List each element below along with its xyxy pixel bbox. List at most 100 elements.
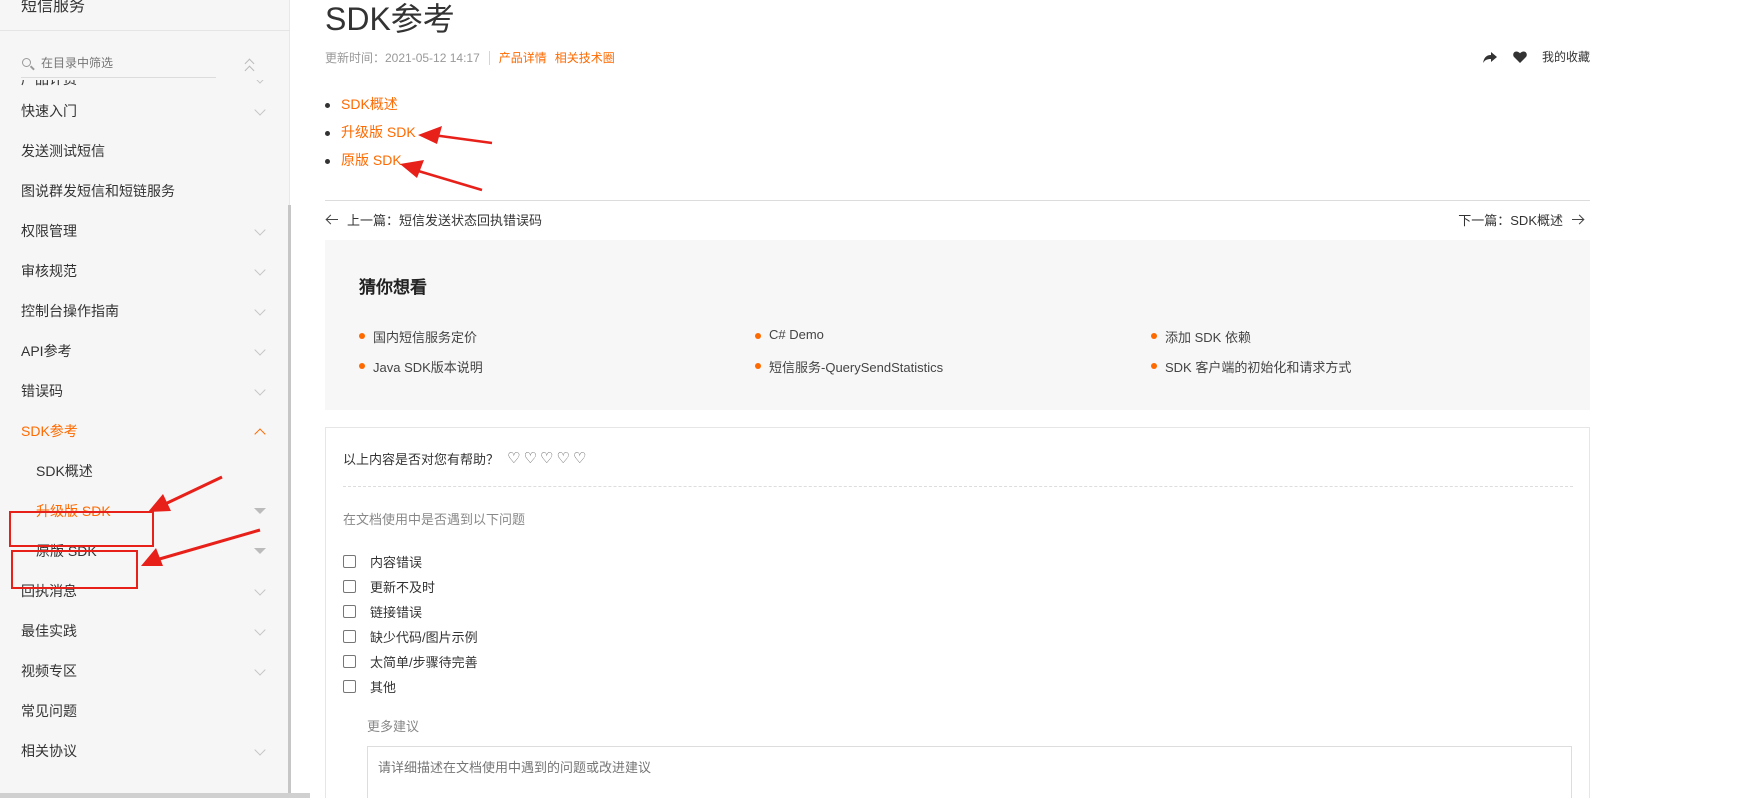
sidebar-item-label: 审核规范 [21, 263, 77, 279]
rating-heart-icon[interactable]: ♡ [573, 451, 586, 466]
recommendation-link[interactable]: Java SDK版本说明 [359, 357, 483, 376]
chevron-down-icon [254, 104, 266, 116]
recommendations-panel: 猜你想看 国内短信服务定价 C# Demo 添加 SDK 依赖 Java SDK… [325, 240, 1590, 410]
search-icon [22, 58, 31, 67]
feedback-option-label: 其他 [370, 680, 397, 695]
favorites-link[interactable]: 我的收藏 [1542, 48, 1590, 65]
collapse-all-icon[interactable] [244, 58, 258, 76]
sidebar-item-label: 权限管理 [21, 223, 77, 239]
heart-icon[interactable] [1512, 49, 1528, 65]
sidebar-item-label: 视频专区 [21, 663, 77, 679]
next-article-link[interactable]: 下一篇：SDK概述 [1458, 210, 1585, 229]
toc-item-sdk-overview[interactable]: SDK概述 [325, 95, 416, 123]
sidebar-item-illustrated[interactable]: 图说群发短信和短链服务 [21, 173, 266, 209]
chevron-down-icon [254, 744, 266, 756]
checkbox[interactable] [343, 580, 356, 593]
prev-article-link[interactable]: 上一篇：短信发送状态回执错误码 [325, 210, 542, 229]
main-content: SDK参考 更新时间：2021-05-12 14:17 产品详情 相关技术圈 我的收… [325, 0, 1590, 798]
feedback-option[interactable]: 链接错误 [343, 602, 422, 621]
sidebar-item-label: 常见问题 [21, 703, 77, 719]
sidebar-title[interactable]: 短信服务 [21, 0, 85, 16]
recommendations-title: 猜你想看 [359, 278, 427, 297]
page-actions: 我的收藏 [1482, 48, 1590, 65]
feedback-option[interactable]: 太简单/步骤待完善 [343, 652, 478, 671]
sidebar-item-label: 最佳实践 [21, 623, 77, 639]
page-title: SDK参考 [325, 1, 455, 37]
sidebar-item-faq[interactable]: 常见问题 [21, 693, 266, 729]
sidebar-item-sdk-overview[interactable]: SDK概述 [36, 453, 266, 489]
sidebar-item-label: 快速入门 [21, 103, 77, 119]
sidebar-item-quickstart[interactable]: 快速入门 [21, 93, 266, 129]
feedback-option-label: 内容错误 [370, 555, 423, 570]
arrow-right-icon [1571, 213, 1585, 227]
sidebar-nav: 产品计费 快速入门 发送测试短信 图说群发短信和短链服务 权限管理 审核规范 控… [0, 80, 290, 798]
checkbox[interactable] [343, 555, 356, 568]
rating-heart-icon[interactable]: ♡ [523, 451, 536, 466]
toc-item-upgraded-sdk[interactable]: 升级版 SDK [325, 123, 416, 151]
checkbox[interactable] [343, 605, 356, 618]
meta-divider [488, 51, 490, 65]
feedback-option-label: 更新不及时 [370, 580, 436, 595]
recommendation-link[interactable]: SDK 客户端的初始化和请求方式 [1151, 357, 1351, 376]
feedback-option[interactable]: 内容错误 [343, 552, 422, 571]
content-divider [325, 200, 1590, 201]
sidebar-item-api[interactable]: API参考 [21, 333, 266, 369]
sidebar-item-videos[interactable]: 视频专区 [21, 653, 266, 689]
sidebar-item-label: SDK参考 [21, 423, 78, 439]
rating-heart-icon[interactable]: ♡ [540, 451, 553, 466]
rating-hearts: ♡ ♡ ♡ ♡ ♡ [507, 451, 589, 466]
recommendation-link[interactable]: 短信服务-QuerySendStatistics [755, 357, 943, 376]
tech-circle-link[interactable]: 相关技术圈 [555, 51, 615, 65]
product-details-link[interactable]: 产品详情 [499, 51, 547, 65]
chevron-down-icon [254, 584, 266, 596]
chevron-down-icon [254, 264, 266, 276]
next-article-label: 下一篇：SDK概述 [1458, 213, 1563, 228]
feedback-question: 以上内容是否对您有帮助？ ♡ ♡ ♡ ♡ ♡ [343, 449, 589, 468]
toc-list: SDK概述 升级版 SDK 原版 SDK [325, 95, 416, 179]
recommendation-link[interactable]: 国内短信服务定价 [359, 327, 477, 346]
sidebar-search-input[interactable] [41, 56, 211, 70]
feedback-option-label: 缺少代码/图片示例 [370, 630, 478, 645]
sidebar-item-label: 图说群发短信和短链服务 [21, 183, 175, 199]
arrow-left-icon [325, 213, 339, 227]
sidebar-item-label: 错误码 [21, 383, 63, 399]
caret-down-icon [254, 508, 266, 514]
chevron-down-icon [254, 80, 266, 84]
caret-down-icon [254, 548, 266, 554]
feedback-option[interactable]: 更新不及时 [343, 577, 435, 596]
suggestion-textarea[interactable] [367, 746, 1572, 798]
highlight-box-original [11, 550, 138, 589]
rating-heart-icon[interactable]: ♡ [507, 451, 520, 466]
checkbox[interactable] [343, 680, 356, 693]
recommendation-link[interactable]: C# Demo [755, 327, 824, 342]
feedback-option-label: 太简单/步骤待完善 [370, 655, 478, 670]
sidebar-item-label: SDK概述 [36, 463, 93, 479]
sidebar-scrollbar[interactable] [288, 205, 291, 798]
checkbox[interactable] [343, 630, 356, 643]
sidebar-item-best-practices[interactable]: 最佳实践 [21, 613, 266, 649]
sidebar-item-label: API参考 [21, 343, 72, 359]
toc-item-original-sdk[interactable]: 原版 SDK [325, 151, 416, 179]
sidebar-search[interactable] [21, 54, 216, 78]
more-suggestions-label: 更多建议 [367, 719, 420, 734]
updated-time: 更新时间：2021-05-12 14:17 [325, 51, 480, 65]
feedback-option[interactable]: 其他 [343, 677, 396, 696]
prev-article-label: 上一篇：短信发送状态回执错误码 [347, 213, 543, 228]
sidebar-item-test-sms[interactable]: 发送测试短信 [21, 133, 266, 169]
feedback-option[interactable]: 缺少代码/图片示例 [343, 627, 478, 646]
sidebar-item-agreements[interactable]: 相关协议 [21, 733, 266, 769]
rating-heart-icon[interactable]: ♡ [556, 451, 569, 466]
feedback-divider [343, 486, 1573, 487]
sidebar-item-error-codes[interactable]: 错误码 [21, 373, 266, 409]
checkbox[interactable] [343, 655, 356, 668]
recommendation-link[interactable]: 添加 SDK 依赖 [1151, 327, 1251, 346]
sidebar-item-console[interactable]: 控制台操作指南 [21, 293, 266, 329]
sidebar-item-sdk-reference[interactable]: SDK参考 [21, 413, 266, 449]
sidebar-divider [0, 30, 290, 31]
share-icon[interactable] [1482, 49, 1498, 65]
feedback-panel: 以上内容是否对您有帮助？ ♡ ♡ ♡ ♡ ♡ 在文档使用中是否遇到以下问题 内容… [325, 427, 1590, 798]
sidebar-item-permissions[interactable]: 权限管理 [21, 213, 266, 249]
chevron-down-icon [254, 624, 266, 636]
sidebar-item-review[interactable]: 审核规范 [21, 253, 266, 289]
horizontal-scrollbar[interactable] [0, 793, 310, 798]
